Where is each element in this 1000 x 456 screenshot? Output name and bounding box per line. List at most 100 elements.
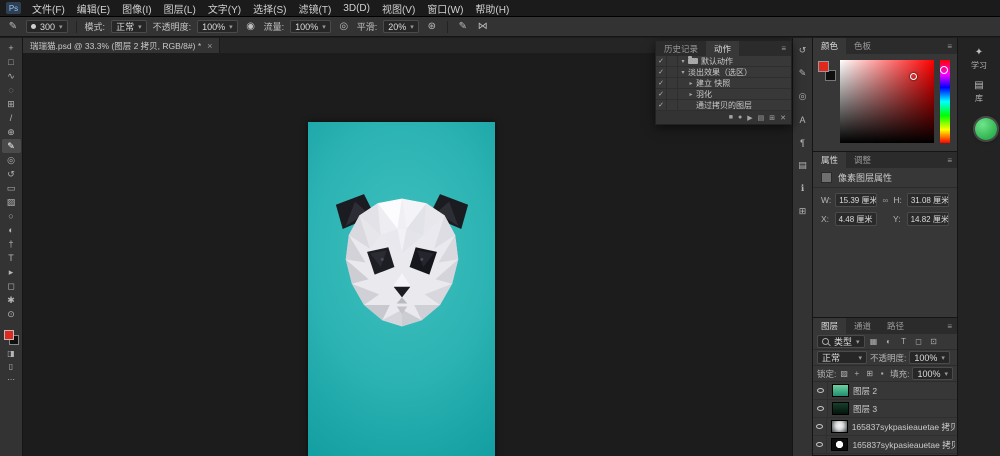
quick-selection-tool[interactable]: ◌ [2, 83, 21, 97]
expand-arrow-icon[interactable]: ▾ [678, 69, 688, 76]
new-set-icon[interactable]: ▤ [758, 114, 765, 122]
character-panel-icon[interactable]: A [795, 113, 810, 126]
crop-tool[interactable]: ⊞ [2, 97, 21, 111]
visibility-cell[interactable] [813, 436, 827, 453]
menu-edit[interactable]: 编辑(E) [71, 0, 116, 16]
dialog-toggle-box[interactable] [667, 78, 678, 88]
lock-transparency-icon[interactable]: ▨ [839, 369, 849, 378]
blend-mode-dropdown[interactable]: 正常 ▾ [111, 20, 147, 33]
brush-tool-icon[interactable]: ✎ [6, 21, 20, 32]
filter-smartobj-icon[interactable]: ⊡ [928, 337, 940, 346]
panel-menu-icon[interactable]: ≡ [942, 318, 957, 334]
healing-brush-tool[interactable]: ⊕ [2, 125, 21, 139]
layer-thumbnail[interactable] [832, 384, 849, 397]
delete-action-icon[interactable]: ✕ [780, 114, 786, 122]
filter-pixel-icon[interactable]: ▦ [868, 337, 880, 346]
menu-layer[interactable]: 图层(L) [158, 0, 202, 16]
visibility-cell[interactable] [813, 382, 828, 399]
menu-window[interactable]: 窗口(W) [421, 0, 469, 16]
lasso-tool[interactable]: ∿ [2, 69, 21, 83]
edit-toolbar-icon[interactable]: ⋯ [7, 375, 15, 384]
info-panel-icon[interactable]: ℹ [795, 182, 810, 195]
play-icon[interactable]: ▶ [747, 114, 752, 122]
panel-menu-icon[interactable]: ≡ [776, 41, 791, 56]
gradient-tool[interactable]: ▨ [2, 195, 21, 209]
new-action-icon[interactable]: ⊞ [769, 114, 775, 122]
tab-actions[interactable]: 动作 [706, 41, 739, 56]
history-brush-tool[interactable]: ↺ [2, 167, 21, 181]
move-tool[interactable]: + [2, 41, 21, 55]
action-row[interactable]: ✓ ▸ 羽化 [656, 89, 791, 100]
menu-3d[interactable]: 3D(D) [337, 0, 376, 16]
action-check-icon[interactable]: ✓ [656, 78, 667, 88]
dialog-toggle-box[interactable] [667, 67, 678, 77]
smoothing-dropdown[interactable]: 20% ▾ [383, 20, 419, 33]
action-row[interactable]: ✓ 通过拷贝的图层 [656, 100, 791, 111]
layer-row[interactable]: 165837sykpasieauetae 拷贝 [813, 436, 957, 454]
brush-size-dropdown[interactable]: 300 ▾ [26, 20, 68, 33]
menu-help[interactable]: 帮助(H) [469, 0, 515, 16]
visibility-cell[interactable] [813, 400, 828, 417]
menu-type[interactable]: 文字(Y) [202, 0, 247, 16]
fill-dropdown[interactable]: 100% ▾ [912, 367, 953, 380]
layer-thumbnail[interactable] [831, 438, 848, 451]
x-field[interactable]: 4.48 厘米 [835, 212, 877, 226]
dialog-toggle-box[interactable] [667, 89, 678, 99]
action-check-icon[interactable]: ✓ [656, 89, 667, 99]
expand-arrow-icon[interactable]: ▸ [686, 80, 696, 87]
filter-adjustment-icon[interactable]: ◐ [883, 337, 895, 346]
saturation-brightness-field[interactable] [840, 60, 934, 143]
layer-row[interactable]: 图层 3 [813, 400, 957, 418]
action-row[interactable]: ✓ ▾ 淡出效果（选区） [656, 67, 791, 78]
brush-settings-panel-icon[interactable]: ✎ [795, 67, 810, 80]
dialog-toggle-box[interactable] [667, 100, 678, 110]
layer-blend-mode-dropdown[interactable]: 正常 ▾ [817, 351, 867, 364]
action-row[interactable]: ✓ ▸ 建立 快照 [656, 78, 791, 89]
smoothing-gear-icon[interactable]: ⊛ [425, 21, 439, 32]
shape-tool[interactable]: ◻ [2, 279, 21, 293]
eyedropper-tool[interactable]: / [2, 111, 21, 125]
tab-swatches[interactable]: 色板 [846, 38, 879, 54]
type-tool[interactable]: T [2, 251, 21, 265]
opacity-dropdown[interactable]: 100% ▾ [197, 20, 238, 33]
history-panel-icon[interactable]: ↺ [795, 44, 810, 57]
tab-history[interactable]: 历史记录 [656, 41, 706, 56]
quick-mask-button[interactable]: ◨ [7, 349, 15, 358]
layer-row[interactable]: 165837sykpasieauetae 拷贝 2 [813, 418, 957, 436]
panel-menu-icon[interactable]: ≡ [942, 152, 957, 168]
dialog-toggle-box[interactable] [667, 56, 678, 66]
y-field[interactable]: 14.82 厘米 [907, 212, 949, 226]
action-check-icon[interactable]: ✓ [656, 56, 667, 66]
document-canvas[interactable] [308, 122, 495, 456]
action-check-icon[interactable]: ✓ [656, 67, 667, 77]
clone-source-panel-icon[interactable]: ◎ [795, 90, 810, 103]
pen-tool[interactable]: † [2, 237, 21, 251]
menu-file[interactable]: 文件(F) [26, 0, 71, 16]
panel-menu-icon[interactable]: ≡ [942, 38, 957, 54]
brush-settings-toggle-icon[interactable]: ✎ [456, 21, 470, 32]
path-selection-tool[interactable]: ▸ [2, 265, 21, 279]
learn-panel-button[interactable]: ✦ 学习 [958, 47, 1000, 71]
layer-thumbnail[interactable] [832, 402, 849, 415]
flow-dropdown[interactable]: 100% ▾ [290, 20, 331, 33]
pressure-opacity-icon[interactable]: ◉ [244, 21, 258, 32]
stop-icon[interactable]: ■ [729, 114, 733, 121]
foreground-color-swatch[interactable] [4, 330, 14, 340]
record-icon[interactable]: ● [738, 114, 742, 121]
brush-tool[interactable]: ✎ [2, 139, 21, 153]
blur-tool[interactable]: ○ [2, 209, 21, 223]
green-record-overlay-button[interactable] [975, 118, 997, 140]
hue-slider[interactable] [940, 60, 950, 143]
lock-position-icon[interactable]: + [852, 369, 862, 378]
foreground-color-swatch[interactable] [818, 61, 829, 72]
layer-thumbnail[interactable] [831, 420, 848, 433]
tab-color[interactable]: 颜色 [813, 38, 846, 54]
tab-paths[interactable]: 路径 [879, 318, 912, 334]
filter-type-icon[interactable]: T [898, 337, 910, 346]
screen-mode-button[interactable]: ▯ [9, 362, 13, 371]
layer-row[interactable]: 图层 2 [813, 382, 957, 400]
visibility-cell[interactable] [813, 418, 827, 435]
width-field[interactable]: 15.39 厘米 [835, 193, 877, 207]
expand-arrow-icon[interactable]: ▸ [686, 91, 696, 98]
action-check-icon[interactable]: ✓ [656, 100, 667, 110]
